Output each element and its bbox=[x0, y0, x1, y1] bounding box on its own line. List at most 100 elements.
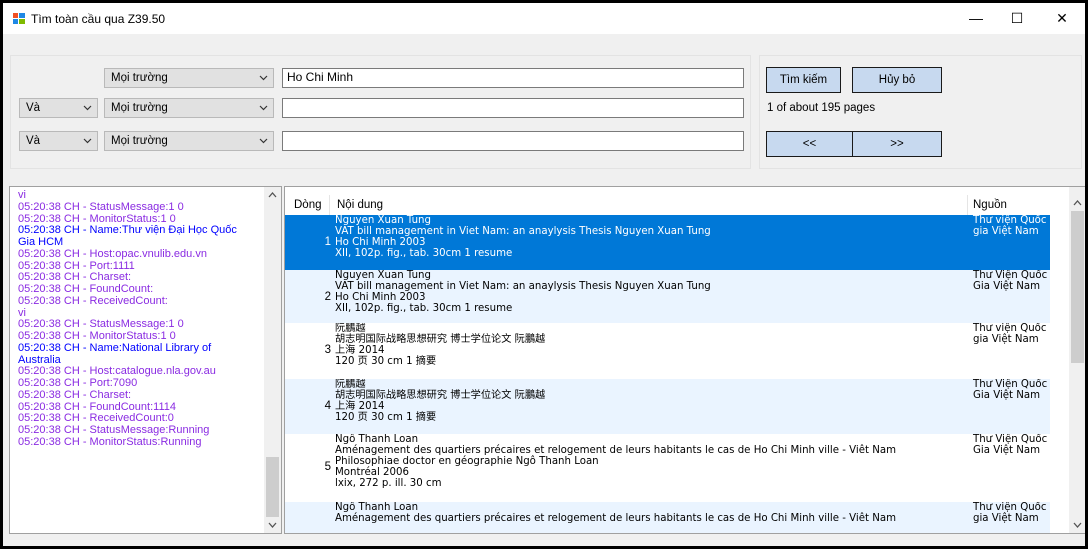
column-header-content[interactable]: Nội dung bbox=[337, 199, 383, 211]
chevron-up-icon[interactable] bbox=[267, 191, 278, 199]
log-line: 05:20:38 CH - ReceivedCount:0 bbox=[18, 412, 174, 425]
source-line: Thư viện Quốc bbox=[973, 502, 1047, 513]
content-line: Aménagement des quartiers précaires et r… bbox=[335, 513, 897, 524]
source-line: Thư Viện Quốc bbox=[973, 379, 1048, 390]
column-header-source[interactable]: Nguồn bbox=[973, 199, 1007, 211]
close-button[interactable]: ✕ bbox=[1043, 3, 1081, 34]
field-select-1-value: Mọi trường bbox=[111, 72, 168, 84]
row-content: Ngô Thanh Loan Aménagement des quartiers … bbox=[335, 502, 960, 524]
row-source: Thư viện Quốc gia Việt Nam bbox=[973, 215, 1048, 237]
chevron-down-icon bbox=[83, 138, 92, 144]
chevron-down-icon[interactable] bbox=[1072, 521, 1083, 529]
content-line: lxix, 272 p. ill. 30 cm bbox=[335, 478, 442, 489]
chevron-down-icon bbox=[259, 75, 268, 81]
source-line: Thư Viện Quốc bbox=[973, 270, 1048, 281]
content-line: Nguyen Xuan Tung bbox=[335, 270, 431, 281]
results-grid[interactable]: Dòng Nội dung Nguồn 1 Nguyen Xuan Tung VAT… bbox=[284, 186, 1085, 534]
log-line: 05:20:38 CH - Host:opac.vnulib.edu.vn bbox=[18, 247, 207, 260]
source-line: Thư Viện Quốc bbox=[973, 434, 1048, 445]
maximize-button[interactable]: ☐ bbox=[998, 3, 1036, 34]
cancel-button[interactable]: Hủy bỏ bbox=[852, 67, 942, 93]
table-row[interactable]: 4 阮鵬越 胡志明国际战略思想研究 博士学位论文 阮鵬越 上海 2014 120 页 3… bbox=[285, 379, 1050, 434]
results-header: Dòng Nội dung Nguồn bbox=[285, 195, 1070, 215]
search-input-3[interactable] bbox=[282, 131, 744, 151]
log-line: 05:20:38 CH - FoundCount: bbox=[18, 283, 154, 295]
source-line: gia Việt Nam bbox=[973, 226, 1039, 237]
search-button[interactable]: Tìm kiếm bbox=[766, 67, 841, 93]
log-line: 05:20:38 CH - StatusMessage:Running bbox=[18, 424, 210, 436]
content-line: Ngô Thanh Loan bbox=[335, 434, 419, 445]
field-select-2[interactable]: Mọi trường bbox=[104, 98, 274, 118]
log-line: 05:20:38 CH - StatusMessage:1 0 bbox=[18, 200, 184, 213]
log-scroll-thumb[interactable] bbox=[266, 457, 279, 517]
table-row[interactable]: 2 Nguyen Xuan Tung VAT bill management in … bbox=[285, 270, 1050, 323]
log-line: 05:20:38 CH - StatusMessage:1 0 bbox=[18, 318, 184, 331]
content-line: Philosophiae doctor en géographie Ngô Th… bbox=[335, 456, 599, 467]
log-line: vi bbox=[18, 189, 26, 201]
content-line: XII, 102p. fig., tab. 30cm 1 resume bbox=[335, 303, 513, 314]
log-line: 05:20:38 CH - FoundCount:1114 bbox=[18, 400, 176, 413]
log-line: 05:20:38 CH - Name:Thư viện Đại Học Quốc bbox=[18, 224, 237, 237]
table-row[interactable]: 5 Ngô Thanh Loan Aménagement des quartiers… bbox=[285, 434, 1050, 502]
row-number: 3 bbox=[324, 344, 331, 356]
content-line: 阮鵬越 bbox=[335, 323, 366, 334]
source-line: gia Việt Nam bbox=[973, 513, 1039, 524]
search-input-2[interactable] bbox=[282, 98, 744, 118]
content-line: 胡志明国际战略思想研究 博士学位论文 阮鵬越 bbox=[335, 334, 546, 345]
log-line: Gia HCM bbox=[18, 236, 64, 248]
results-scroll-thumb[interactable] bbox=[1071, 211, 1084, 363]
title-bar: Tìm toàn cầu qua Z39.50 — ☐ ✕ bbox=[3, 3, 1085, 34]
operator-select-2-value: Và bbox=[26, 102, 41, 114]
row-content: 阮鵬越 胡志明国际战略思想研究 博士学位论文 阮鵬越 上海 2014 120 页 30… bbox=[335, 379, 960, 423]
minimize-button[interactable]: — bbox=[957, 3, 995, 34]
row-content: Nguyen Xuan Tung VAT bill management in V… bbox=[335, 270, 960, 314]
field-select-3-value: Mọi trường bbox=[111, 135, 168, 147]
chevron-down-icon[interactable] bbox=[267, 521, 278, 529]
source-line: Thư viện Quốc bbox=[973, 323, 1047, 334]
source-line: Thư viện Quốc bbox=[973, 215, 1047, 226]
log-line: 05:20:38 CH - MonitorStatus:1 0 bbox=[18, 330, 176, 342]
row-source: Thư viện Quốc gia Việt Nam bbox=[973, 502, 1048, 524]
content-line: 阮鵬越 bbox=[335, 379, 366, 390]
main-window: Tìm toàn cầu qua Z39.50 — ☐ ✕ Mọi trường… bbox=[3, 3, 1085, 546]
operator-select-3[interactable]: Và bbox=[19, 131, 98, 151]
table-row[interactable]: 3 阮鵬越 胡志明国际战略思想研究 博士学位论文 阮鵬越 上海 2014 120 页 3… bbox=[285, 323, 1050, 379]
log-line: 05:20:38 CH - Port:7090 bbox=[18, 377, 138, 389]
source-line: Gia Việt Nam bbox=[973, 445, 1041, 456]
content-line: Ho Chi Minh 2003 bbox=[335, 292, 426, 303]
page-status: 1 of about 195 pages bbox=[767, 102, 876, 114]
operator-select-2[interactable]: Và bbox=[19, 98, 98, 118]
content-line: XII, 102p. fig., tab. 30cm 1 resume bbox=[335, 248, 513, 259]
column-header-row[interactable]: Dòng bbox=[294, 199, 322, 211]
next-page-button[interactable]: >> bbox=[852, 131, 942, 157]
log-line: 05:20:38 CH - Charset: bbox=[18, 271, 132, 284]
log-line: vi bbox=[18, 306, 26, 319]
row-content: Ngô Thanh Loan Aménagement des quartiers … bbox=[335, 434, 960, 489]
action-panel: Tìm kiếm Hủy bỏ 1 of about 195 pages << … bbox=[759, 55, 1082, 169]
content-line: Nguyen Xuan Tung bbox=[335, 215, 431, 226]
search-criteria-panel: Mọi trường Ho Chi Minh Và Mọi trường Và … bbox=[10, 55, 751, 169]
row-source: Thư Viện Quốc Gia Việt Nam bbox=[973, 379, 1048, 401]
source-line: Gia Việt Nam bbox=[973, 390, 1041, 401]
chevron-up-icon[interactable] bbox=[1072, 199, 1083, 207]
log-scrollbar[interactable] bbox=[264, 187, 281, 533]
previous-page-button[interactable]: << bbox=[766, 131, 853, 157]
field-select-1[interactable]: Mọi trường bbox=[104, 68, 274, 88]
table-row[interactable]: Ngô Thanh Loan Aménagement des quartiers … bbox=[285, 502, 1050, 533]
content-line: VAT bill management in Viet Nam: an anay… bbox=[335, 226, 711, 237]
log-line: 05:20:38 CH - Host:catalogue.nla.gov.au bbox=[18, 365, 216, 378]
log-line: 05:20:38 CH - MonitorStatus:1 0 bbox=[18, 212, 176, 225]
log-panel[interactable]: vi 05:20:38 CH - StatusMessage:1 0 05:20:3… bbox=[9, 186, 282, 534]
chevron-down-icon bbox=[259, 105, 268, 111]
content-line: 120 页 30 cm 1 摘要 bbox=[335, 356, 437, 367]
column-divider bbox=[329, 195, 330, 215]
content-line: Aménagement des quartiers précaires et r… bbox=[335, 445, 897, 456]
search-input-1[interactable]: Ho Chi Minh bbox=[282, 68, 744, 88]
content-line: 胡志明国际战略思想研究 博士学位论文 阮鵬越 bbox=[335, 390, 546, 401]
operator-select-3-value: Và bbox=[26, 135, 41, 147]
results-scrollbar[interactable] bbox=[1069, 187, 1085, 533]
field-select-3[interactable]: Mọi trường bbox=[104, 131, 274, 151]
table-row[interactable]: 1 Nguyen Xuan Tung VAT bill management in … bbox=[285, 215, 1050, 270]
content-line: 120 页 30 cm 1 摘要 bbox=[335, 412, 437, 423]
row-number: 2 bbox=[324, 291, 331, 303]
